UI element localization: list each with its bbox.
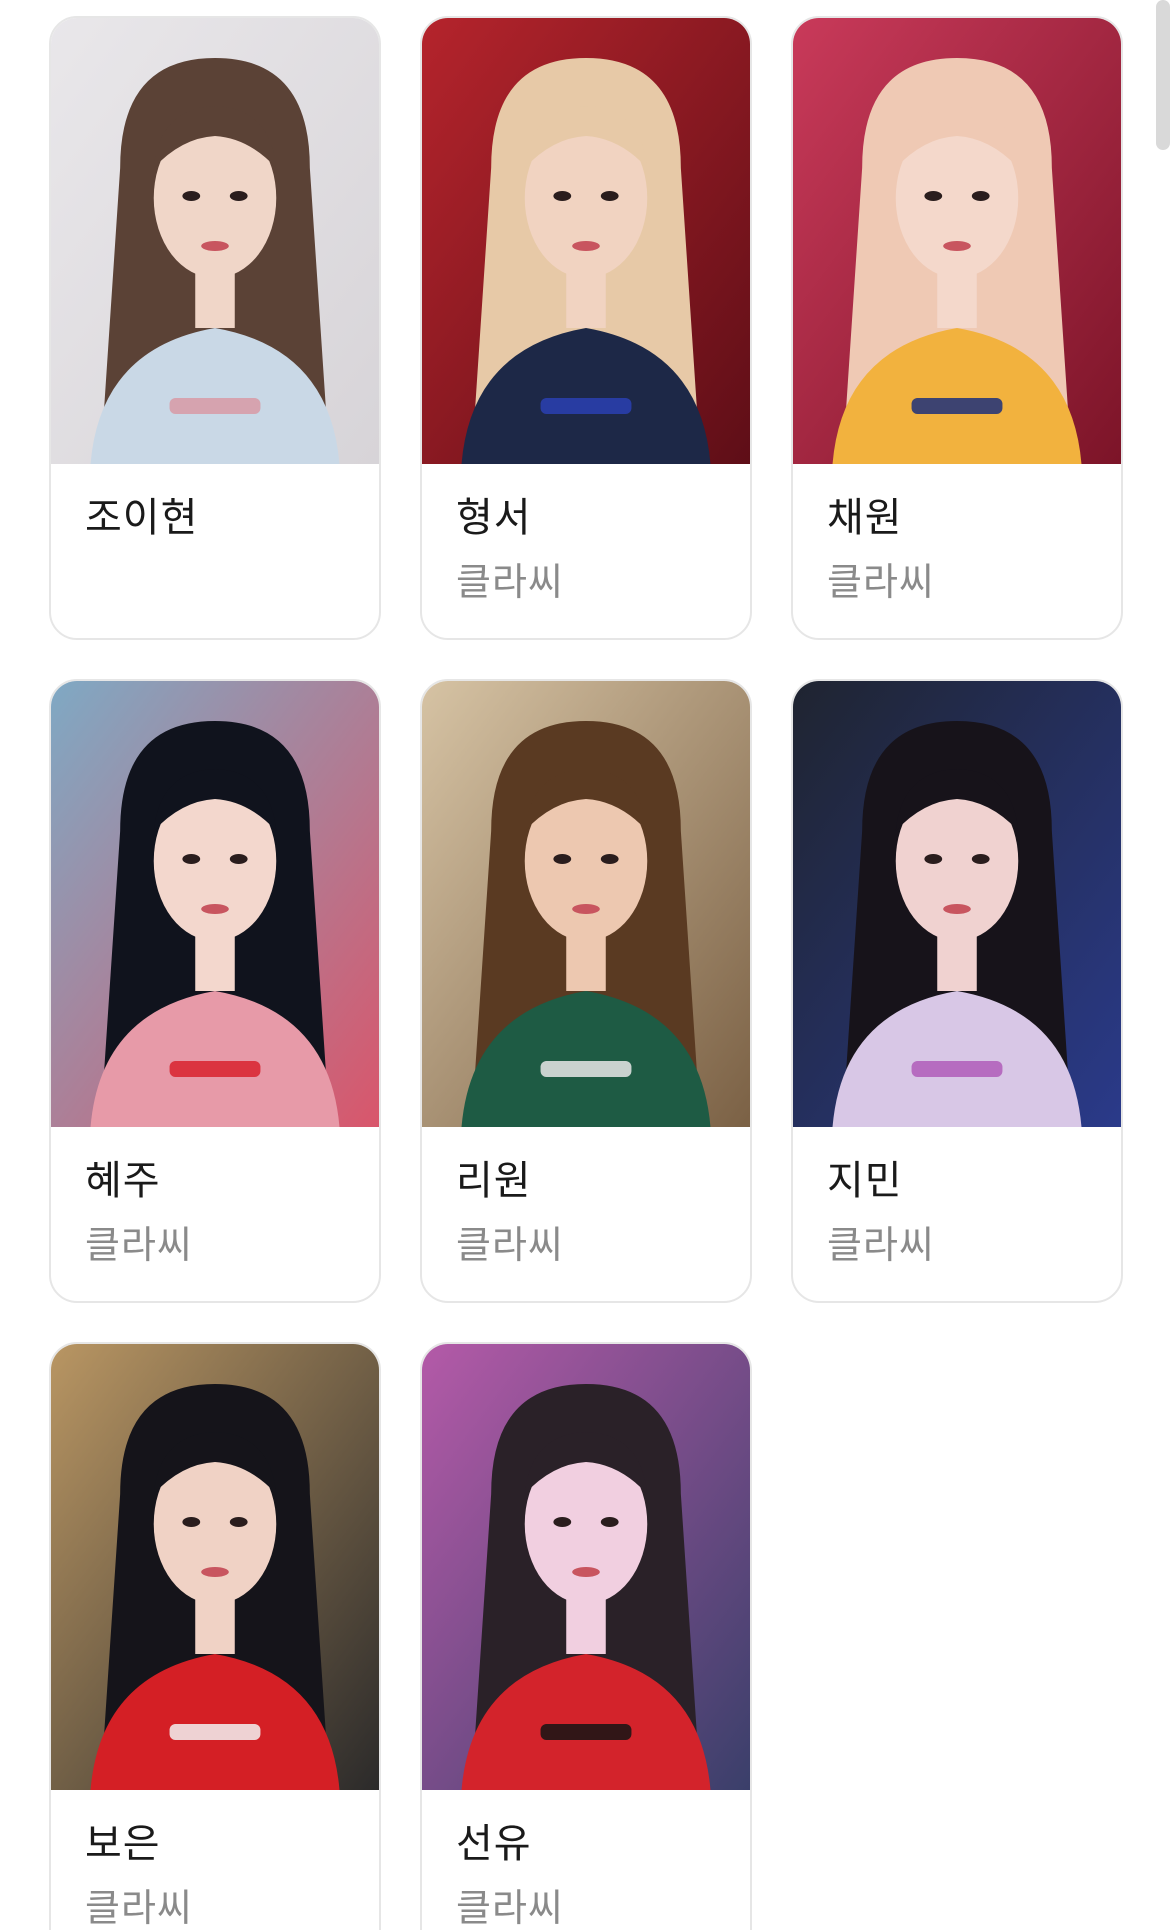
member-card-3[interactable]: 혜주 클라씨	[49, 679, 381, 1303]
member-photo[interactable]	[422, 681, 750, 1127]
member-card-0[interactable]: 조이현	[49, 16, 381, 640]
eye-left	[553, 191, 572, 201]
lips	[572, 904, 600, 914]
portrait-image	[422, 18, 750, 464]
member-info: 조이현	[51, 464, 379, 544]
member-group: 클라씨	[85, 1223, 193, 1267]
outfit-accent	[169, 1724, 261, 1740]
lips	[201, 904, 229, 914]
scrollbar-thumb[interactable]	[1156, 0, 1170, 150]
member-name: 혜주	[85, 1158, 161, 1204]
member-info: 선유 클라씨	[422, 1790, 750, 1930]
member-name: 리원	[456, 1158, 532, 1204]
lips	[201, 241, 229, 251]
member-name: 지민	[827, 1158, 903, 1204]
portrait-image	[793, 681, 1121, 1127]
member-group: 클라씨	[456, 1223, 564, 1267]
eye-left	[553, 854, 572, 864]
member-group: 클라씨	[85, 1886, 193, 1930]
outfit-accent	[169, 398, 261, 414]
portrait-image	[422, 681, 750, 1127]
member-info: 보은 클라씨	[51, 1790, 379, 1930]
eye-left	[924, 854, 943, 864]
lips	[572, 1567, 600, 1577]
member-group: 클라씨	[827, 1223, 935, 1267]
outfit-accent	[540, 398, 632, 414]
eye-right	[229, 854, 248, 864]
member-grid: 조이현 형서 클라씨 채원 클라씨 혜주 클라씨 리원 클라씨 지민 클라씨 보…	[49, 16, 1129, 1930]
outfit-accent	[540, 1061, 632, 1077]
eye-left	[182, 1517, 201, 1527]
member-name: 조이현	[85, 495, 199, 541]
lips	[943, 904, 971, 914]
portrait-image	[51, 1344, 379, 1790]
member-info: 혜주 클라씨	[51, 1127, 379, 1270]
member-photo[interactable]	[51, 1344, 379, 1790]
outfit-accent	[911, 1061, 1003, 1077]
member-info: 지민 클라씨	[793, 1127, 1121, 1270]
member-name: 보은	[85, 1821, 161, 1867]
member-photo[interactable]	[51, 18, 379, 464]
member-name: 채원	[827, 495, 903, 541]
member-card-4[interactable]: 리원 클라씨	[420, 679, 752, 1303]
eye-left	[182, 854, 201, 864]
eye-right	[229, 191, 248, 201]
portrait-image	[422, 1344, 750, 1790]
member-photo[interactable]	[51, 681, 379, 1127]
member-card-5[interactable]: 지민 클라씨	[791, 679, 1123, 1303]
member-photo[interactable]	[793, 681, 1121, 1127]
portrait-image	[51, 681, 379, 1127]
scrollbar-track[interactable]	[1156, 0, 1170, 1930]
member-info: 리원 클라씨	[422, 1127, 750, 1270]
member-photo[interactable]	[422, 18, 750, 464]
eye-left	[924, 191, 943, 201]
member-group: 클라씨	[456, 1886, 564, 1930]
lips	[572, 241, 600, 251]
eye-left	[182, 191, 201, 201]
eye-right	[971, 191, 990, 201]
member-name: 형서	[456, 495, 532, 541]
member-card-2[interactable]: 채원 클라씨	[791, 16, 1123, 640]
member-info: 채원 클라씨	[793, 464, 1121, 607]
outfit-accent	[540, 1724, 632, 1740]
eye-right	[971, 854, 990, 864]
lips	[943, 241, 971, 251]
member-group: 클라씨	[827, 560, 935, 604]
eye-right	[600, 854, 619, 864]
eye-right	[600, 191, 619, 201]
eye-right	[600, 1517, 619, 1527]
eye-left	[553, 1517, 572, 1527]
eye-right	[229, 1517, 248, 1527]
outfit-accent	[169, 1061, 261, 1077]
member-photo[interactable]	[422, 1344, 750, 1790]
member-name: 선유	[456, 1821, 532, 1867]
member-card-1[interactable]: 형서 클라씨	[420, 16, 752, 640]
lips	[201, 1567, 229, 1577]
member-photo[interactable]	[793, 18, 1121, 464]
member-card-6[interactable]: 보은 클라씨	[49, 1342, 381, 1930]
outfit-accent	[911, 398, 1003, 414]
member-info: 형서 클라씨	[422, 464, 750, 607]
member-card-7[interactable]: 선유 클라씨	[420, 1342, 752, 1930]
portrait-image	[51, 18, 379, 464]
portrait-image	[793, 18, 1121, 464]
page: 조이현 형서 클라씨 채원 클라씨 혜주 클라씨 리원 클라씨 지민 클라씨 보…	[0, 0, 1170, 1930]
member-group: 클라씨	[456, 560, 564, 604]
